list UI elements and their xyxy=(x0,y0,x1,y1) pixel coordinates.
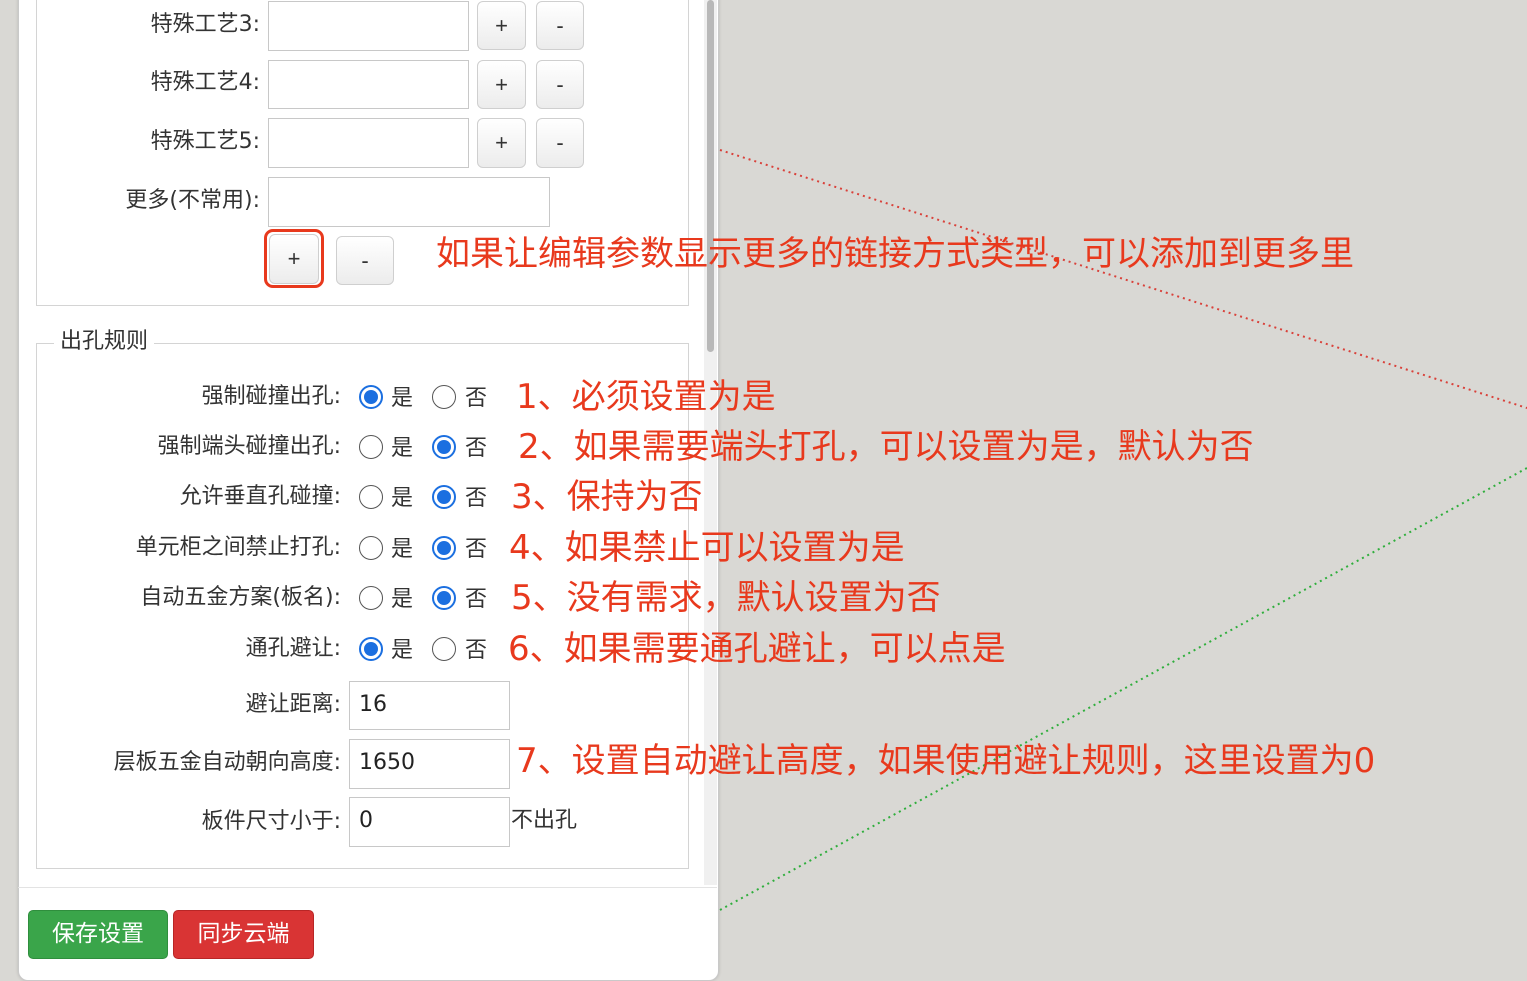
rule-no-radio[interactable] xyxy=(432,385,456,409)
annotation-6: 6、如果需要通孔避让，可以点是 xyxy=(508,629,1006,669)
rule-label: 单元柜之间禁止打孔: xyxy=(135,535,341,560)
rule-yes-radio[interactable] xyxy=(359,536,383,560)
special-craft-4-add-button[interactable]: + xyxy=(477,60,526,109)
annotation-1: 1、必须设置为是 xyxy=(516,377,776,417)
rule-no-radio[interactable] xyxy=(432,637,456,661)
rule-label: 允许垂直孔碰撞: xyxy=(179,484,341,509)
avoid-distance-label: 避让距离: xyxy=(245,692,341,717)
rule-yes-label: 是 xyxy=(391,486,414,511)
rule-yes-radio[interactable] xyxy=(359,385,383,409)
special-craft-3-input[interactable] xyxy=(268,1,469,51)
special-craft-3-add-button[interactable]: + xyxy=(477,1,526,50)
rule-label: 强制碰撞出孔: xyxy=(201,384,341,409)
shelf-height-label: 层板五金自动朝向高度: xyxy=(113,750,341,775)
more-label: 更多(不常用): xyxy=(125,188,260,213)
special-craft-4-input[interactable] xyxy=(268,60,469,109)
rule-label: 自动五金方案(板名): xyxy=(140,585,341,610)
footer-divider xyxy=(18,887,717,888)
avoid-distance-input[interactable]: 16 xyxy=(349,681,510,730)
hole-rules-legend: 出孔规则 xyxy=(54,327,155,357)
rule-no-label: 否 xyxy=(465,587,488,612)
sync-cloud-button[interactable]: 同步云端 xyxy=(173,910,314,959)
min-size-label: 板件尺寸小于: xyxy=(201,809,341,834)
more-annotation: 如果让编辑参数显示更多的链接方式类型，可以添加到更多里 xyxy=(436,234,1354,274)
annotation-2: 2、如果需要端头打孔，可以设置为是，默认为否 xyxy=(518,427,1254,467)
more-remove-button[interactable]: - xyxy=(336,236,394,285)
rule-yes-radio[interactable] xyxy=(359,586,383,610)
rule-label: 通孔避让: xyxy=(245,636,341,661)
rule-yes-radio[interactable] xyxy=(359,637,383,661)
more-input[interactable] xyxy=(268,177,550,227)
special-craft-5-label: 特殊工艺5: xyxy=(150,129,260,154)
special-craft-4-remove-button[interactable]: - xyxy=(536,60,584,109)
special-craft-5-input[interactable] xyxy=(268,118,469,168)
rule-no-label: 否 xyxy=(465,486,488,511)
rule-no-radio[interactable] xyxy=(432,485,456,509)
rule-yes-label: 是 xyxy=(391,537,414,562)
rule-yes-label: 是 xyxy=(391,638,414,663)
annotation-3: 3、保持为否 xyxy=(511,477,703,517)
special-craft-5-remove-button[interactable]: - xyxy=(536,118,584,168)
rule-no-label: 否 xyxy=(465,386,488,411)
annotation-4: 4、如果禁止可以设置为是 xyxy=(509,528,905,568)
rule-no-label: 否 xyxy=(465,537,488,562)
rule-yes-label: 是 xyxy=(391,587,414,612)
rule-yes-radio[interactable] xyxy=(359,435,383,459)
rule-no-radio[interactable] xyxy=(432,586,456,610)
special-craft-4-label: 特殊工艺4: xyxy=(150,70,260,95)
rule-no-radio[interactable] xyxy=(432,435,456,459)
rule-label: 强制端头碰撞出孔: xyxy=(157,434,341,459)
rule-yes-label: 是 xyxy=(391,436,414,461)
highlight-box xyxy=(264,229,324,288)
rule-no-radio[interactable] xyxy=(432,536,456,560)
special-craft-3-label: 特殊工艺3: xyxy=(150,12,260,37)
annotation-5: 5、没有需求，默认设置为否 xyxy=(511,578,941,618)
rule-yes-radio[interactable] xyxy=(359,485,383,509)
min-size-input[interactable]: 0 xyxy=(349,797,510,847)
rule-no-label: 否 xyxy=(465,638,488,663)
annotation-7: 7、设置自动避让高度，如果使用避让规则，这里设置为0 xyxy=(516,741,1376,781)
save-settings-button[interactable]: 保存设置 xyxy=(28,910,168,959)
rule-yes-label: 是 xyxy=(391,386,414,411)
special-craft-5-add-button[interactable]: + xyxy=(477,118,526,168)
min-size-suffix: 不出孔 xyxy=(511,808,578,833)
shelf-height-input[interactable]: 1650 xyxy=(349,739,510,789)
rule-no-label: 否 xyxy=(465,436,488,461)
special-craft-3-remove-button[interactable]: - xyxy=(536,1,584,50)
scrollbar-thumb[interactable] xyxy=(707,0,714,352)
